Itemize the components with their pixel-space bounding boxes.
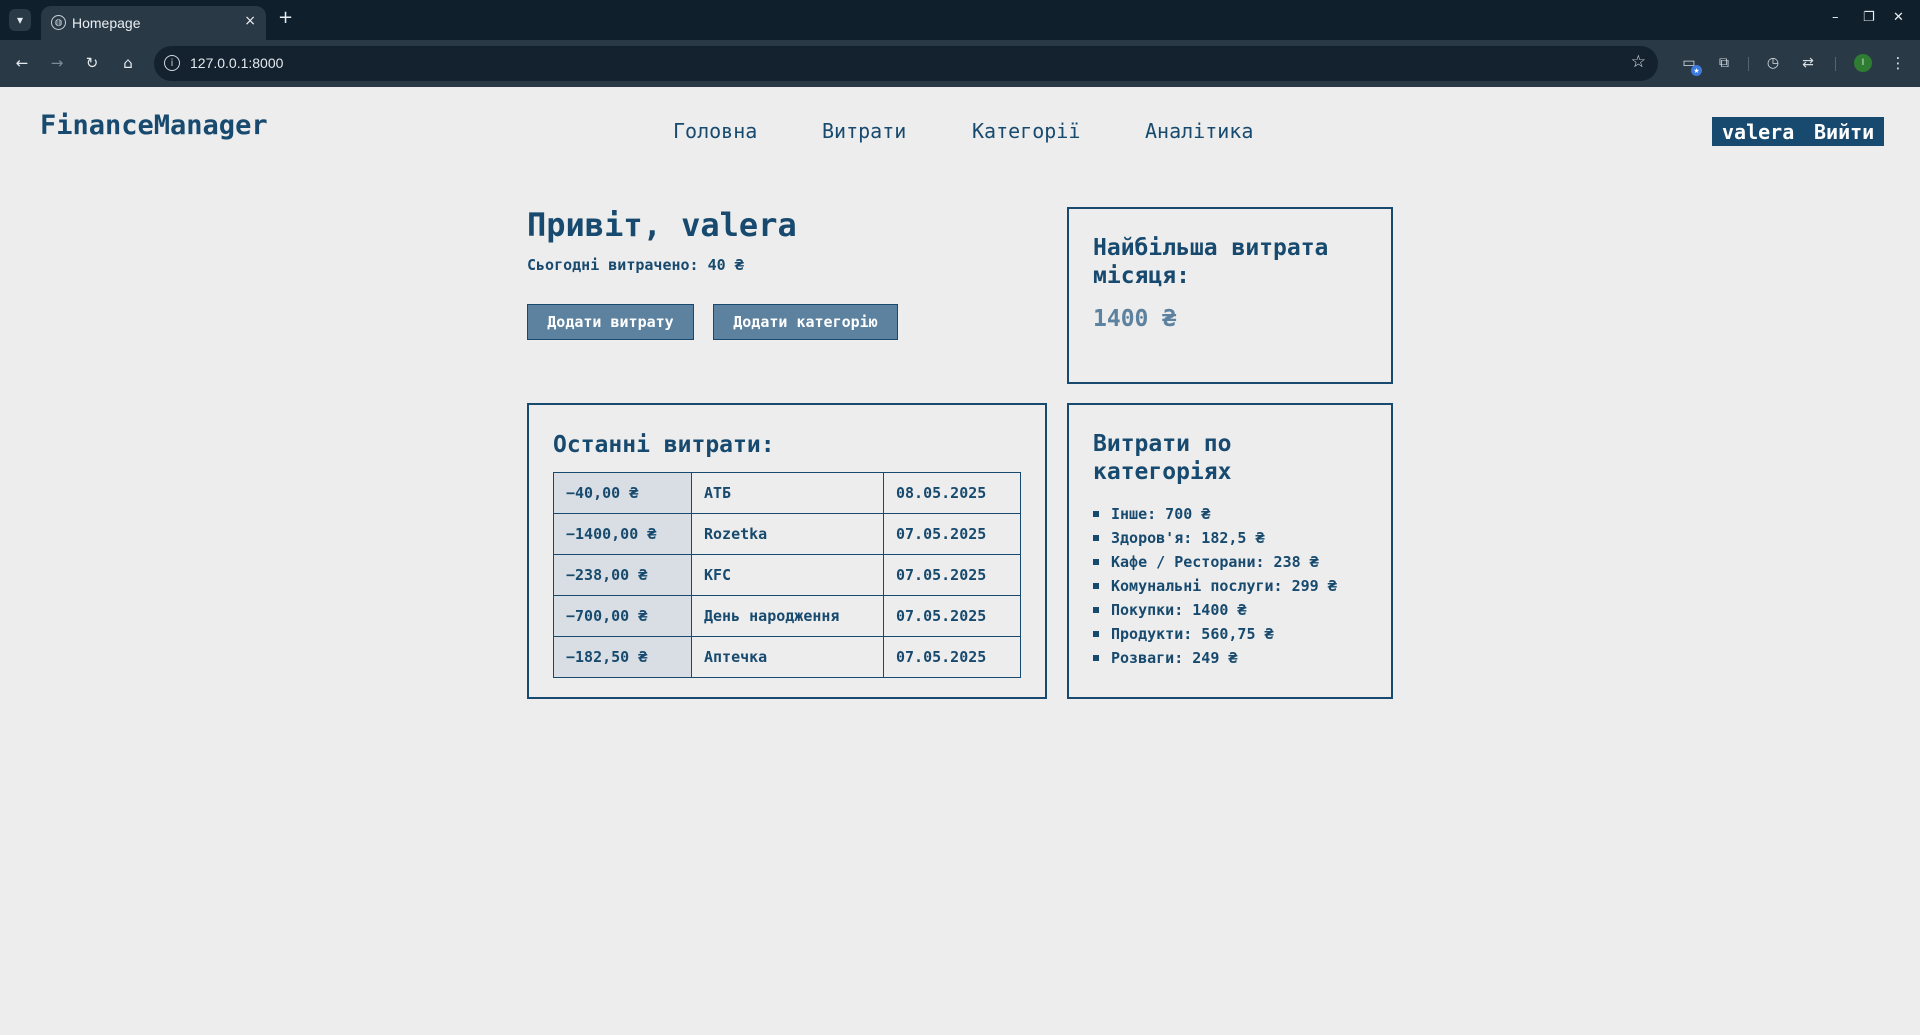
site-info-icon[interactable]: i bbox=[164, 55, 180, 71]
bookmark-star-icon[interactable]: ☆ bbox=[1631, 52, 1646, 72]
tab-search-button[interactable]: ▾ bbox=[9, 9, 31, 31]
toolbar-divider bbox=[1835, 57, 1836, 71]
back-icon[interactable]: ← bbox=[10, 51, 34, 75]
nav-home[interactable]: Головна bbox=[673, 119, 757, 143]
extensions-puzzle-icon[interactable]: ⧉ bbox=[1713, 52, 1735, 74]
toolbar-divider bbox=[1748, 57, 1749, 71]
table-row: −700,00 ₴ День народження 07.05.2025 bbox=[553, 595, 1021, 637]
globe-icon: ◍ bbox=[51, 15, 66, 30]
recent-expenses-card: Останні витрати: −40,00 ₴ АТБ 08.05.2025 −1… bbox=[527, 403, 1047, 699]
logout-button[interactable]: Вийти bbox=[1804, 117, 1885, 146]
site-brand-logo[interactable]: FinanceManager bbox=[40, 110, 268, 141]
tab-title: Homepage bbox=[72, 15, 141, 31]
profile-avatar[interactable]: I bbox=[1854, 54, 1872, 72]
restore-icon[interactable]: ❐ bbox=[1863, 10, 1875, 25]
nav-expenses[interactable]: Витрати bbox=[822, 119, 906, 143]
list-item: Інше: 700 ₴ bbox=[1093, 502, 1337, 526]
forward-icon[interactable]: → bbox=[45, 51, 69, 75]
table-row: −40,00 ₴ АТБ 08.05.2025 bbox=[553, 472, 1021, 514]
minimize-icon[interactable]: – bbox=[1832, 10, 1839, 25]
table-row: −182,50 ₴ Аптечка 07.05.2025 bbox=[553, 636, 1021, 678]
expense-date-cell: 08.05.2025 bbox=[883, 472, 1021, 514]
window-close-icon[interactable]: ✕ bbox=[1893, 10, 1904, 25]
greeting-heading: Привіт, valera bbox=[527, 206, 797, 244]
recent-expenses-table: −40,00 ₴ АТБ 08.05.2025 −1400,00 ₴ Rozetka 07… bbox=[553, 472, 1021, 678]
biggest-expense-value: 1400 ₴ bbox=[1093, 306, 1177, 332]
expense-name-cell: АТБ bbox=[691, 472, 884, 514]
expense-name-cell: KFC bbox=[691, 554, 884, 596]
username-badge[interactable]: valera bbox=[1712, 117, 1805, 146]
expense-amount-cell: −182,50 ₴ bbox=[553, 636, 692, 678]
reload-icon[interactable]: ↻ bbox=[80, 51, 104, 75]
table-row: −1400,00 ₴ Rozetka 07.05.2025 bbox=[553, 513, 1021, 555]
expense-amount-cell: −700,00 ₴ bbox=[553, 595, 692, 637]
recent-expenses-title: Останні витрати: bbox=[553, 432, 775, 458]
spent-today-text: Сьогодні витрачено: 40 ₴ bbox=[527, 256, 744, 274]
add-expense-button[interactable]: Додати витрату bbox=[527, 304, 694, 340]
browser-menu-icon[interactable]: ⋮ bbox=[1886, 51, 1910, 75]
translate-icon[interactable]: ⇄ bbox=[1797, 52, 1819, 74]
list-item: Кафе / Ресторани: 238 ₴ bbox=[1093, 550, 1337, 574]
new-tab-button[interactable]: + bbox=[278, 7, 293, 28]
list-item: Здоров'я: 182,5 ₴ bbox=[1093, 526, 1337, 550]
tab-close-icon[interactable]: × bbox=[244, 13, 256, 29]
url-text[interactable]: 127.0.0.1:8000 bbox=[190, 55, 283, 71]
home-icon[interactable]: ⌂ bbox=[116, 51, 140, 75]
list-item: Продукти: 560,75 ₴ bbox=[1093, 622, 1337, 646]
expense-date-cell: 07.05.2025 bbox=[883, 554, 1021, 596]
expense-name-cell: День народження bbox=[691, 595, 884, 637]
cast-extension-icon[interactable]: ▭ ★ bbox=[1678, 52, 1702, 76]
nav-categories[interactable]: Категорії bbox=[972, 119, 1080, 143]
star-badge-icon: ★ bbox=[1691, 65, 1702, 76]
address-bar[interactable]: i 127.0.0.1:8000 ☆ bbox=[154, 46, 1658, 81]
expense-amount-cell: −1400,00 ₴ bbox=[553, 513, 692, 555]
category-expenses-card: Витрати по категоріях Інше: 700 ₴ Здоров'… bbox=[1067, 403, 1393, 699]
category-expenses-title: Витрати по категоріях bbox=[1093, 431, 1232, 485]
expense-name-cell: Rozetka bbox=[691, 513, 884, 555]
nav-analytics[interactable]: Аналітика bbox=[1145, 119, 1253, 143]
expense-name-cell: Аптечка bbox=[691, 636, 884, 678]
browser-toolbar: ← → ↻ ⌂ i 127.0.0.1:8000 ☆ ▭ ★ ⧉ ◷ ⇄ I ⋮ bbox=[0, 40, 1920, 87]
category-expenses-list: Інше: 700 ₴ Здоров'я: 182,5 ₴ Кафе / Ресто… bbox=[1093, 502, 1337, 670]
expense-date-cell: 07.05.2025 bbox=[883, 513, 1021, 555]
table-row: −238,00 ₴ KFC 07.05.2025 bbox=[553, 554, 1021, 596]
expense-amount-cell: −238,00 ₴ bbox=[553, 554, 692, 596]
browser-tab[interactable]: ◍ Homepage × bbox=[41, 6, 266, 40]
expense-amount-cell: −40,00 ₴ bbox=[553, 472, 692, 514]
expense-date-cell: 07.05.2025 bbox=[883, 636, 1021, 678]
history-icon[interactable]: ◷ bbox=[1762, 52, 1784, 74]
list-item: Розваги: 249 ₴ bbox=[1093, 646, 1337, 670]
browser-tab-strip: ▾ ◍ Homepage × + – ❐ ✕ bbox=[0, 0, 1920, 40]
list-item: Комунальні послуги: 299 ₴ bbox=[1093, 574, 1337, 598]
expense-date-cell: 07.05.2025 bbox=[883, 595, 1021, 637]
list-item: Покупки: 1400 ₴ bbox=[1093, 598, 1337, 622]
add-category-button[interactable]: Додати категорію bbox=[713, 304, 898, 340]
biggest-expense-card: Найбільша витрата місяця: 1400 ₴ bbox=[1067, 207, 1393, 384]
biggest-expense-title: Найбільша витрата місяця: bbox=[1093, 235, 1329, 289]
